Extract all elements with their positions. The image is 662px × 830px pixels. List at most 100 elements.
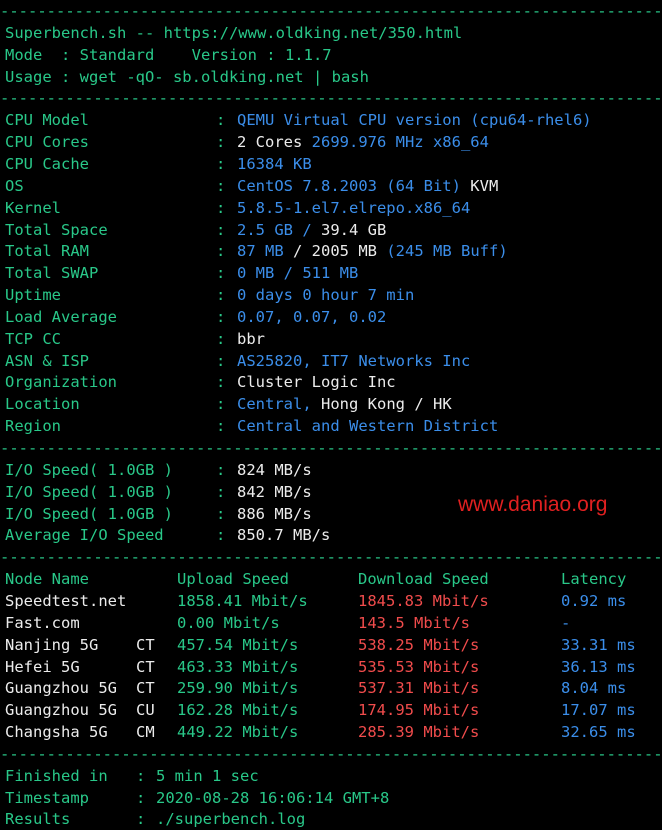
footer-colon: : xyxy=(136,789,146,807)
info-label: Region xyxy=(5,417,61,435)
io-label: I/O Speed( 1.0GB ) xyxy=(5,483,173,501)
io-colon: : xyxy=(216,505,226,523)
io-colon: : xyxy=(216,461,226,479)
node-name: Changsha 5G xyxy=(5,723,108,741)
info-colon: : xyxy=(216,373,226,391)
speedtest-column-header: Node Name xyxy=(5,570,89,588)
upload-speed: 259.90 Mbit/s xyxy=(177,679,299,697)
io-label: I/O Speed( 1.0GB ) xyxy=(5,505,173,523)
info-value: 16384 KB xyxy=(237,153,312,175)
info-value-part: / xyxy=(283,242,312,260)
upload-speed: 162.28 Mbit/s xyxy=(177,701,299,719)
info-value: Central and Western District xyxy=(237,415,498,437)
download-speed: 1845.83 Mbit/s xyxy=(358,592,489,610)
node-name: Speedtest.net xyxy=(5,592,127,610)
separator-line: ----------------------------------------… xyxy=(0,89,662,107)
info-label: CPU Model xyxy=(5,111,89,129)
node-name: Guangzhou 5G xyxy=(5,701,117,719)
info-value: CentOS 7.8.2003 (64 Bit) KVM xyxy=(237,175,498,197)
separator-line: ----------------------------------------… xyxy=(0,548,662,566)
io-value: 842 MB/s xyxy=(237,483,312,501)
info-value-part: 2699.976 MHz x86_64 xyxy=(311,133,489,151)
watermark-text: www.daniao.org xyxy=(458,493,608,516)
info-value-part: 5.8.5-1.el7.elrepo.x86_64 xyxy=(237,199,471,217)
info-label: Location xyxy=(5,395,80,413)
node-name: Hefei 5G xyxy=(5,658,80,676)
latency: 32.65 ms xyxy=(561,723,636,741)
info-value-part: 87 MB xyxy=(237,242,284,260)
info-value: bbr xyxy=(237,328,265,350)
info-colon: : xyxy=(216,286,226,304)
info-label: Organization xyxy=(5,373,117,391)
info-label: Total SWAP xyxy=(5,264,99,282)
info-colon: : xyxy=(216,395,226,413)
info-value: 2 Cores 2699.976 MHz x86_64 xyxy=(237,131,489,153)
info-colon: : xyxy=(216,111,226,129)
io-value: 886 MB/s xyxy=(237,505,312,523)
info-value-part: 39.4 GB xyxy=(321,221,387,239)
footer-label: Finished in xyxy=(5,767,108,785)
download-speed: 538.25 Mbit/s xyxy=(358,636,480,654)
info-colon: : xyxy=(216,330,226,348)
info-value-part: KVM xyxy=(470,177,499,195)
io-label: Average I/O Speed xyxy=(5,526,164,544)
info-value: 0.07, 0.07, 0.02 xyxy=(237,306,386,328)
info-colon: : xyxy=(216,177,226,195)
info-value-part: CentOS 7.8.2003 (64 Bit) xyxy=(237,177,471,195)
info-value: QEMU Virtual CPU version (cpu64-rhel6) xyxy=(237,109,592,131)
header-mode: Mode : Standard Version : 1.1.7 xyxy=(5,46,332,64)
info-value-part: QEMU Virtual CPU version (cpu64-rhel6) xyxy=(237,111,592,129)
info-value-part: 0.07, 0.07, 0.02 xyxy=(237,308,387,326)
node-name: Fast.com xyxy=(5,614,80,632)
latency: 36.13 ms xyxy=(561,658,636,676)
node-name: Nanjing 5G xyxy=(5,636,99,654)
node-isp: CT xyxy=(136,679,155,697)
latency: - xyxy=(561,614,571,632)
info-colon: : xyxy=(216,155,226,173)
latency: 17.07 ms xyxy=(561,701,636,719)
download-speed: 285.39 Mbit/s xyxy=(358,723,480,741)
footer-label: Timestamp xyxy=(5,789,89,807)
upload-speed: 449.22 Mbit/s xyxy=(177,723,299,741)
latency: 33.31 ms xyxy=(561,636,636,654)
info-label: OS xyxy=(5,177,24,195)
info-colon: : xyxy=(216,133,226,151)
info-value-part: 0 MB / 511 MB xyxy=(237,264,359,282)
download-speed: 174.95 Mbit/s xyxy=(358,701,480,719)
footer-colon: : xyxy=(136,767,146,785)
info-label: Total Space xyxy=(5,221,108,239)
io-value: 850.7 MB/s xyxy=(237,526,331,544)
info-value: Central, Hong Kong / HK xyxy=(237,393,452,415)
latency: 8.04 ms xyxy=(561,679,627,697)
separator-line: ----------------------------------------… xyxy=(0,745,662,763)
info-value: 2.5 GB / 39.4 GB xyxy=(237,219,386,241)
info-value-part: 2.5 GB / xyxy=(237,221,321,239)
info-value-part: (245 MB Buff) xyxy=(377,242,508,260)
info-value-part: bbr xyxy=(237,330,265,348)
speedtest-column-header: Upload Speed xyxy=(177,570,289,588)
info-value-part: Central, xyxy=(237,395,321,413)
download-speed: 537.31 Mbit/s xyxy=(358,679,480,697)
info-value: AS25820, IT7 Networks Inc xyxy=(237,350,470,372)
info-label: TCP CC xyxy=(5,330,61,348)
speedtest-column-header: Latency xyxy=(561,570,627,588)
footer-value: 2020-08-28 16:06:14 GMT+8 xyxy=(156,789,390,807)
info-label: Load Average xyxy=(5,308,117,326)
node-isp: CT xyxy=(136,636,155,654)
download-speed: 535.53 Mbit/s xyxy=(358,658,480,676)
info-value: 5.8.5-1.el7.elrepo.x86_64 xyxy=(237,197,470,219)
io-colon: : xyxy=(216,483,226,501)
upload-speed: 0.00 Mbit/s xyxy=(177,614,280,632)
io-value: 824 MB/s xyxy=(237,461,312,479)
io-label: I/O Speed( 1.0GB ) xyxy=(5,461,173,479)
info-value: 0 MB / 511 MB xyxy=(237,262,358,284)
info-colon: : xyxy=(216,264,226,282)
info-value: 87 MB / 2005 MB (245 MB Buff) xyxy=(237,240,508,262)
info-label: Total RAM xyxy=(5,242,89,260)
info-colon: : xyxy=(216,221,226,239)
info-value-part: Cluster Logic Inc xyxy=(237,373,396,391)
info-label: CPU Cores xyxy=(5,133,89,151)
latency: 0.92 ms xyxy=(561,592,627,610)
info-value-part: 0 days 0 hour 7 min xyxy=(237,286,415,304)
info-colon: : xyxy=(216,417,226,435)
